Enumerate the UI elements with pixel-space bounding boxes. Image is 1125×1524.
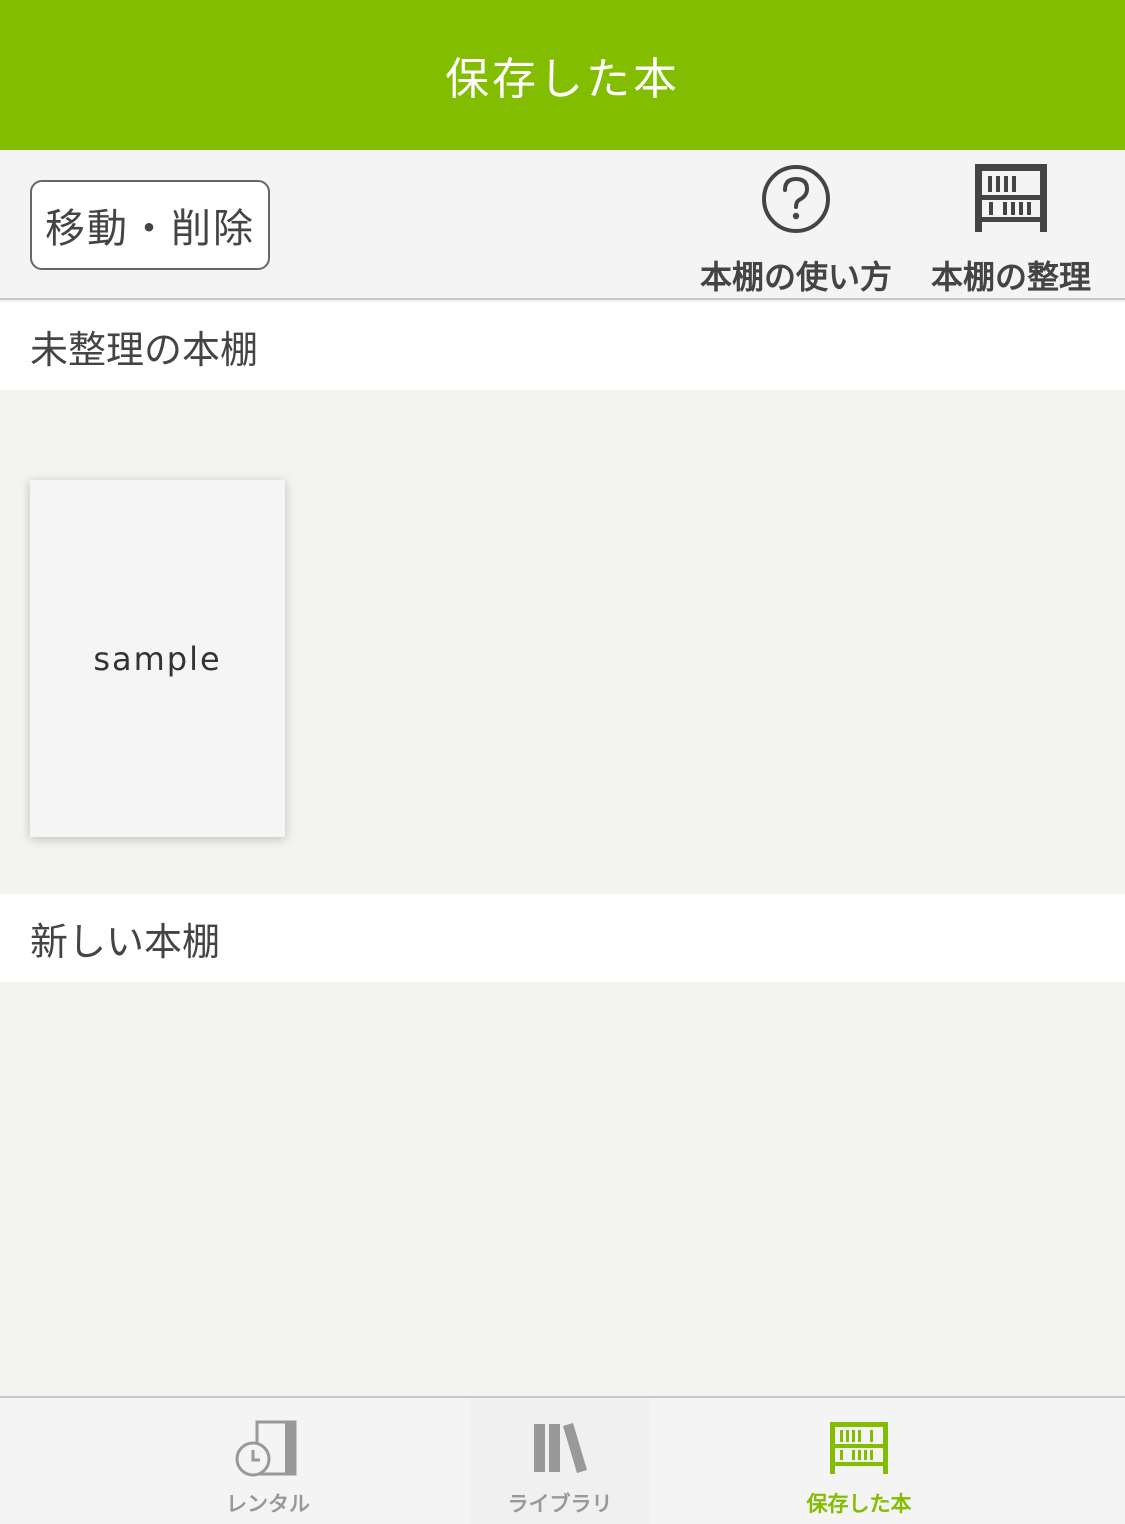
bookshelf-icon <box>828 1418 890 1478</box>
page-title: 保存した本 <box>445 54 680 105</box>
move-delete-button[interactable]: 移動・削除 <box>30 180 270 270</box>
tab-bar: レンタル ライブラリ 保存した本 <box>0 1396 1125 1524</box>
question-circle-icon <box>759 162 833 236</box>
bookshelf-help-button[interactable]: 本棚の使い方 <box>690 162 902 298</box>
bookshelf-organize-label: 本棚の整理 <box>930 258 1091 296</box>
toolbar: 移動・削除 本棚の使い方 本棚の整理 <box>0 150 1125 300</box>
tab-library-label: ライブラリ <box>507 1492 613 1516</box>
tab-saved-books[interactable]: 保存した本 <box>769 1398 949 1524</box>
unsorted-shelf-header[interactable]: 未整理の本棚 <box>0 302 1125 390</box>
bookshelf-organize-button[interactable]: 本棚の整理 <box>920 162 1102 298</box>
library-books-icon <box>530 1418 590 1478</box>
rental-clock-book-icon <box>233 1418 303 1478</box>
tab-saved-books-label: 保存した本 <box>806 1492 912 1516</box>
tab-rental-label: レンタル <box>226 1492 310 1516</box>
bookshelf-help-label: 本棚の使い方 <box>699 258 892 296</box>
new-shelf-header[interactable]: 新しい本棚 <box>0 894 1125 982</box>
book-title: sample <box>93 639 222 678</box>
tab-library[interactable]: ライブラリ <box>470 1398 650 1524</box>
bookshelf-icon <box>971 162 1051 236</box>
app-header: 保存した本 <box>0 0 1125 150</box>
tab-rental[interactable]: レンタル <box>178 1398 358 1524</box>
book-card[interactable]: sample <box>30 480 285 837</box>
